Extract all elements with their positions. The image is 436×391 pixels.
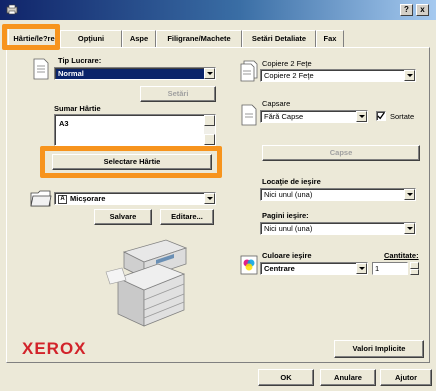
tab-bar: Hârtie/le?re Opţiuni Aspe Filigrane/Mach… (0, 22, 436, 49)
job-type-dropdown[interactable]: Normal (54, 67, 216, 80)
tab-advanced-settings[interactable]: Setări Detaliate (242, 30, 316, 48)
two-sided-icon (240, 60, 258, 82)
chevron-down-icon[interactable] (404, 223, 415, 234)
document-icon (33, 58, 49, 80)
scale-icon: A (58, 194, 67, 204)
output-pages-value: Nici unul (una) (264, 224, 313, 233)
chevron-down-icon[interactable] (204, 193, 215, 204)
staple-button[interactable]: Capse (262, 145, 420, 161)
chevron-down-icon[interactable] (356, 111, 367, 122)
xerox-logo: XEROX (22, 339, 87, 358)
stapling-value: Fără Capse (264, 112, 304, 121)
edit-button[interactable]: Editare... (160, 209, 214, 225)
output-color-label: Culoare ieşire (262, 251, 312, 260)
reduce-dropdown[interactable]: A Micşorare (54, 192, 216, 205)
title-bar: ? x (0, 0, 436, 20)
output-color-value: Centrare (264, 264, 295, 273)
tab-layout[interactable]: Aspe (122, 30, 156, 48)
paper-summary-list[interactable]: A3 (54, 114, 216, 146)
output-pages-label: Pagini ieşire: (262, 211, 309, 220)
close-title-button[interactable]: x (416, 4, 429, 16)
output-location-value: Nici unul (una) (264, 190, 313, 199)
tab-fax[interactable]: Fax (316, 30, 344, 48)
help-title-button[interactable]: ? (400, 4, 413, 16)
paper-summary-label: Sumar Hârtie (54, 104, 101, 113)
paper-summary-scrollbar[interactable] (204, 115, 215, 145)
cancel-button[interactable]: Anulare (320, 369, 376, 386)
quantity-input[interactable]: 1 (372, 262, 408, 275)
staple-icon (241, 104, 257, 126)
tab-panel (6, 47, 430, 363)
select-paper-highlight-frame (40, 146, 222, 178)
printer-illustration (105, 239, 188, 327)
scroll-down-icon[interactable] (204, 134, 215, 145)
printer-icon (6, 4, 18, 15)
reduce-value: Micşorare (70, 194, 106, 203)
stepper-down-icon[interactable] (410, 268, 419, 275)
tab-options[interactable]: Opţiuni (60, 30, 122, 48)
job-type-value: Normal (58, 69, 84, 78)
tab-highlight-frame (2, 24, 60, 50)
folder-icon (30, 190, 52, 207)
output-location-dropdown[interactable]: Nici unul (una) (260, 188, 416, 201)
chevron-down-icon[interactable] (356, 263, 367, 274)
two-sided-dropdown[interactable]: Copiere 2 Feţe (260, 69, 416, 82)
checkmark-icon (377, 112, 385, 120)
ok-button[interactable]: OK (258, 369, 314, 386)
output-color-dropdown[interactable]: Centrare (260, 262, 368, 275)
output-location-label: Locaţie de ieşire (262, 177, 321, 186)
job-type-label: Tip Lucrare: (58, 56, 102, 65)
scroll-up-icon[interactable] (204, 115, 215, 126)
chevron-down-icon[interactable] (204, 68, 215, 79)
restore-defaults-button[interactable]: Valori Implicite (334, 340, 424, 358)
two-sided-label: Copiere 2 Feţe (262, 59, 312, 68)
collated-checkbox[interactable] (376, 111, 386, 121)
chevron-down-icon[interactable] (404, 189, 415, 200)
color-output-icon (240, 255, 258, 275)
save-button[interactable]: Salvare (94, 209, 152, 225)
paper-summary-value: A3 (59, 119, 69, 128)
quantity-stepper[interactable] (410, 262, 419, 275)
printer-properties-dialog: ? x Hârtie/le?re Opţiuni Aspe Filigrane/… (0, 0, 436, 391)
stapling-dropdown[interactable]: Fără Capse (260, 110, 368, 123)
stapling-label: Capsare (262, 99, 291, 108)
collated-label: Sortate (390, 112, 415, 121)
quantity-label: Cantitate: (384, 251, 419, 260)
two-sided-value: Copiere 2 Feţe (264, 71, 314, 80)
chevron-down-icon[interactable] (404, 70, 415, 81)
tab-watermarks[interactable]: Filigrane/Machete (156, 30, 242, 48)
output-pages-dropdown[interactable]: Nici unul (una) (260, 222, 416, 235)
help-button[interactable]: Ajutor (380, 369, 432, 386)
settings-button[interactable]: Setări (140, 86, 216, 102)
